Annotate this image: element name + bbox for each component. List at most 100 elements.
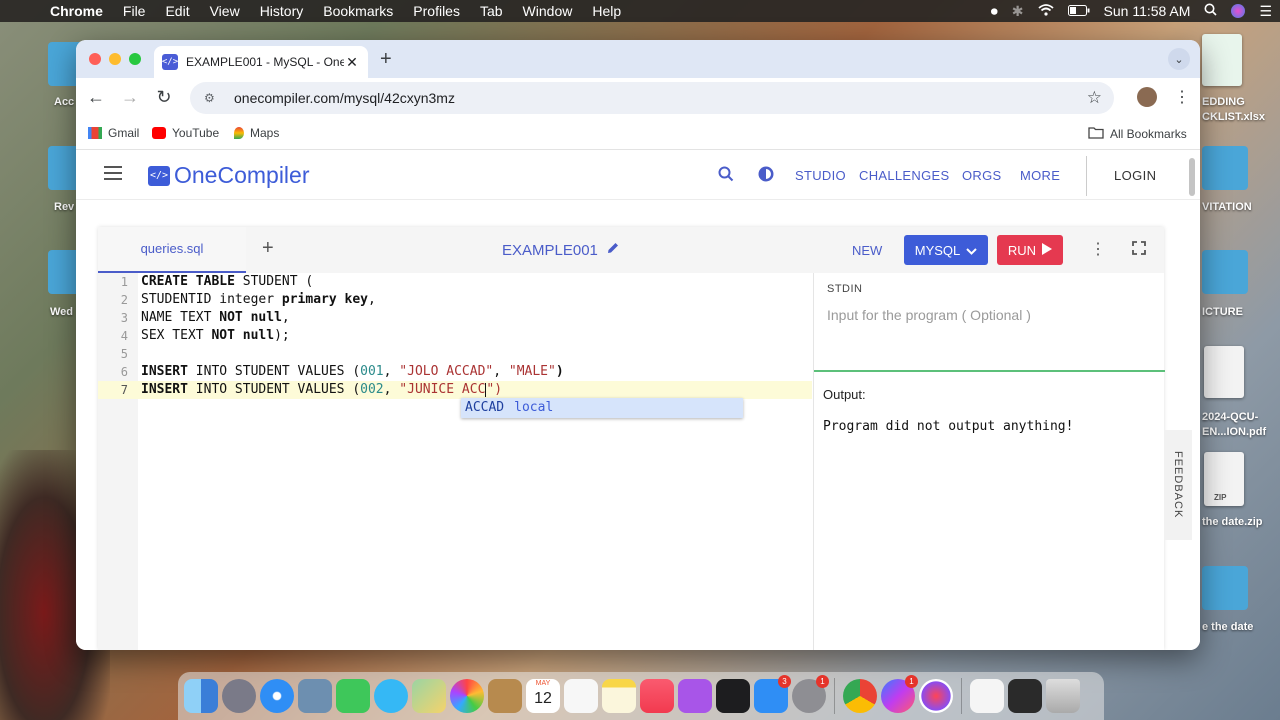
file-tab-queries[interactable]: queries.sql — [98, 227, 246, 273]
photos-icon[interactable] — [450, 679, 484, 713]
spreadsheet-file-icon[interactable] — [1202, 34, 1242, 86]
desktop-folder-icon[interactable] — [1202, 250, 1248, 294]
bluetooth-icon[interactable]: ✱ — [1012, 3, 1024, 20]
project-title[interactable]: EXAMPLE001 — [502, 241, 620, 259]
battery-icon[interactable] — [1067, 3, 1090, 19]
bookmark-gmail[interactable]: Gmail — [88, 126, 139, 140]
screenshot-icon[interactable] — [1008, 679, 1042, 713]
tv-icon[interactable] — [716, 679, 750, 713]
menu-app-name[interactable]: Chrome — [40, 3, 113, 19]
preview-icon[interactable] — [298, 679, 332, 713]
system-settings-icon[interactable]: 1 — [792, 675, 829, 713]
new-tab-icon[interactable]: + — [380, 48, 392, 71]
close-tab-icon[interactable]: ✕ — [344, 54, 360, 71]
code-line[interactable]: 3 NAME TEXT NOT null, — [98, 309, 812, 327]
nav-more[interactable]: MORE — [1020, 168, 1060, 183]
launchpad-icon[interactable] — [222, 679, 256, 713]
finder-icon[interactable] — [184, 679, 218, 713]
theme-toggle-icon[interactable] — [757, 165, 775, 186]
messenger-icon[interactable]: 1 — [881, 675, 918, 713]
address-bar[interactable]: ⚙ onecompiler.com/mysql/42cxyn3mz ☆ — [190, 82, 1114, 114]
siri-icon[interactable] — [1231, 4, 1246, 18]
app-store-icon[interactable]: 3 — [754, 675, 791, 713]
menu-clock[interactable]: Sun 11:58 AM — [1104, 3, 1191, 19]
feedback-tab[interactable]: FEEDBACK — [1164, 430, 1192, 540]
reminders-icon[interactable] — [564, 679, 598, 713]
podcasts-icon[interactable] — [678, 679, 712, 713]
onecompiler-logo[interactable]: </> OneCompiler — [148, 162, 310, 189]
close-window-button[interactable] — [89, 53, 101, 65]
code-line[interactable]: 2 STUDENTID integer primary key, — [98, 291, 812, 309]
new-button[interactable]: NEW — [852, 243, 882, 258]
bookmark-youtube[interactable]: YouTube — [152, 126, 219, 140]
record-icon[interactable]: ⏺ — [991, 3, 998, 20]
more-options-icon[interactable]: ⋮ — [1090, 239, 1106, 259]
bookmark-maps[interactable]: Maps — [234, 126, 279, 140]
menu-profiles[interactable]: Profiles — [403, 3, 470, 19]
nav-studio[interactable]: STUDIO — [795, 168, 846, 183]
siri-app-icon[interactable] — [919, 679, 953, 713]
control-center-icon[interactable]: ☰ — [1259, 3, 1272, 20]
add-file-icon[interactable]: + — [262, 237, 274, 260]
menu-history[interactable]: History — [250, 3, 314, 19]
site-info-icon[interactable]: ⚙ — [204, 91, 222, 105]
menu-edit[interactable]: Edit — [155, 3, 199, 19]
contacts-icon[interactable] — [488, 679, 522, 713]
code-editor[interactable]: 1 CREATE TABLE STUDENT ( 2 STUDENTID int… — [98, 273, 812, 650]
document-icon[interactable] — [970, 679, 1004, 713]
login-button[interactable]: LOGIN — [1114, 168, 1156, 183]
autocomplete-suggestion[interactable]: ACCAD local — [461, 398, 743, 418]
bookmarks-bar: Gmail YouTube Maps All Bookmarks — [76, 118, 1200, 150]
search-icon[interactable] — [718, 166, 734, 185]
hamburger-menu-icon[interactable] — [104, 166, 122, 184]
wifi-icon[interactable] — [1037, 3, 1054, 19]
nav-orgs[interactable]: ORGS — [962, 168, 1001, 183]
line-number: 6 — [120, 365, 128, 379]
safari-icon[interactable] — [260, 679, 294, 713]
desktop-folder-icon[interactable] — [1202, 566, 1248, 610]
spotlight-search-icon[interactable] — [1204, 3, 1218, 19]
code-line[interactable]: 1 CREATE TABLE STUDENT ( — [98, 273, 812, 291]
back-icon[interactable]: ← — [84, 87, 108, 108]
menu-bookmarks[interactable]: Bookmarks — [313, 3, 403, 19]
music-icon[interactable] — [640, 679, 674, 713]
code-line-active[interactable]: 7 INSERT INTO STUDENT VALUES (002, "JUNI… — [98, 381, 812, 399]
menu-view[interactable]: View — [200, 3, 250, 19]
maximize-window-button[interactable] — [129, 53, 141, 65]
minimize-window-button[interactable] — [109, 53, 121, 65]
profile-avatar[interactable] — [1137, 87, 1157, 107]
stdin-input[interactable]: Input for the program ( Optional ) — [827, 307, 1031, 323]
nav-challenges[interactable]: CHALLENGES — [859, 168, 949, 183]
notes-icon[interactable] — [602, 679, 636, 713]
stdin-label: STDIN — [827, 283, 863, 295]
code-line[interactable]: 5 — [98, 345, 812, 363]
desktop-folder-icon[interactable] — [1202, 146, 1248, 190]
code-line[interactable]: 6 INSERT INTO STUDENT VALUES (001, "JOLO… — [98, 363, 812, 381]
run-button[interactable]: RUN — [997, 235, 1063, 265]
reload-icon[interactable]: ↻ — [152, 87, 176, 108]
menu-tab[interactable]: Tab — [470, 3, 513, 19]
trash-icon[interactable] — [1046, 679, 1080, 713]
menu-help[interactable]: Help — [582, 3, 631, 19]
menu-file[interactable]: File — [113, 3, 156, 19]
messages-icon[interactable] — [374, 679, 408, 713]
browser-menu-icon[interactable]: ⋮ — [1174, 87, 1190, 107]
pdf-file-icon[interactable] — [1204, 346, 1244, 398]
forward-icon[interactable]: → — [118, 87, 142, 108]
menu-window[interactable]: Window — [513, 3, 583, 19]
tab-search-chevron-icon[interactable]: ⌄ — [1168, 48, 1190, 70]
code-line[interactable]: 4 SEX TEXT NOT null); — [98, 327, 812, 345]
facetime-icon[interactable] — [336, 679, 370, 713]
url-text[interactable]: onecompiler.com/mysql/42cxyn3mz — [234, 90, 455, 106]
sql-string: "JOLO ACCAD" — [399, 364, 494, 379]
page-scrollbar[interactable] — [1189, 158, 1195, 196]
chrome-icon[interactable] — [843, 679, 877, 713]
maps-icon[interactable] — [412, 679, 446, 713]
bookmark-star-icon[interactable]: ☆ — [1087, 88, 1102, 108]
calendar-icon[interactable]: MAY 12 — [526, 679, 560, 713]
all-bookmarks-button[interactable]: All Bookmarks — [1088, 126, 1187, 142]
fullscreen-icon[interactable] — [1132, 241, 1146, 255]
language-select[interactable]: MYSQL — [904, 235, 988, 265]
browser-tab-active[interactable]: </> EXAMPLE001 - MySQL - One ✕ — [154, 46, 368, 78]
edit-pencil-icon[interactable] — [606, 241, 620, 259]
